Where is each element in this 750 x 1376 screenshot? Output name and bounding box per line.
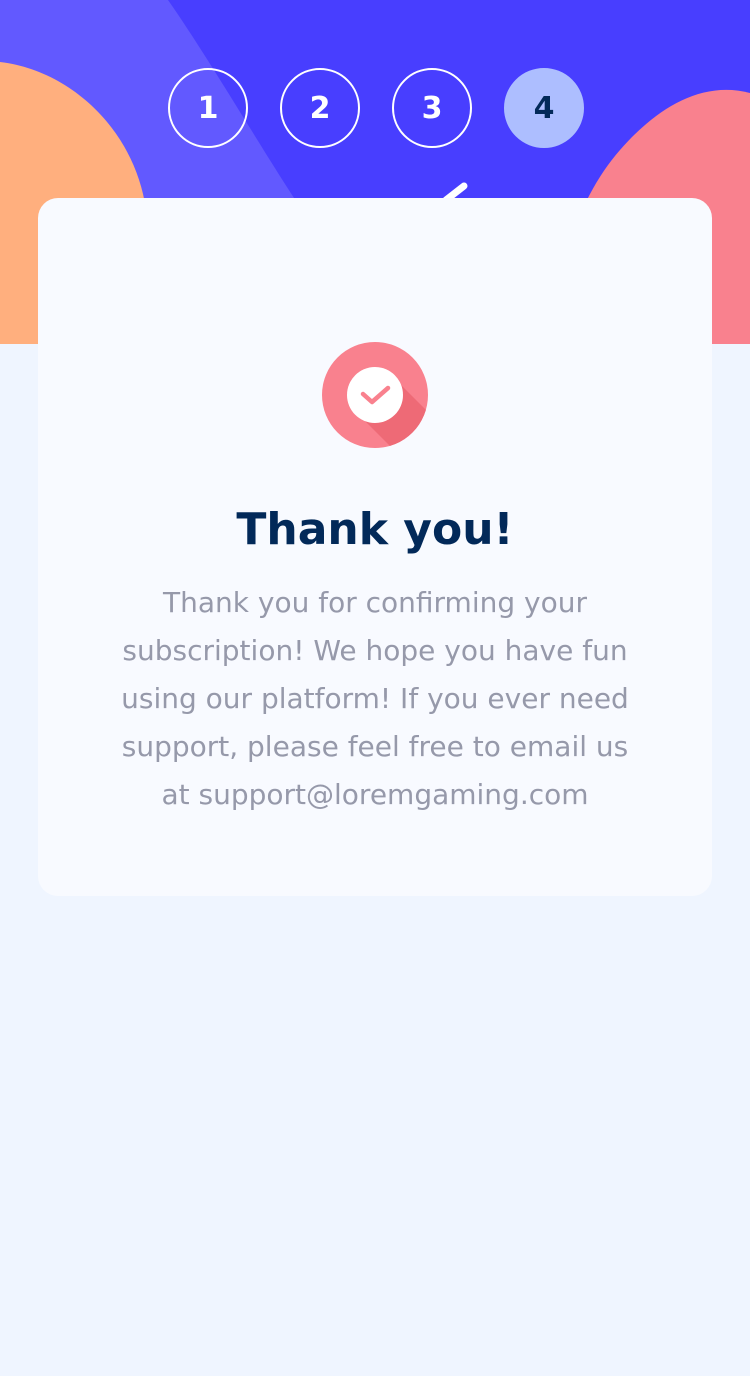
step-2[interactable]: 2 bbox=[280, 68, 360, 148]
step-indicator: 1 2 3 4 bbox=[168, 68, 584, 148]
checkmark-icon bbox=[322, 342, 428, 448]
step-3[interactable]: 3 bbox=[392, 68, 472, 148]
step-4[interactable]: 4 bbox=[504, 68, 584, 148]
confirmation-card: Thank you! Thank you for confirming your… bbox=[38, 198, 712, 896]
confirmation-title: Thank you! bbox=[236, 504, 514, 555]
confirmation-message: Thank you for confirming your subscripti… bbox=[121, 586, 629, 811]
step-1[interactable]: 1 bbox=[168, 68, 248, 148]
